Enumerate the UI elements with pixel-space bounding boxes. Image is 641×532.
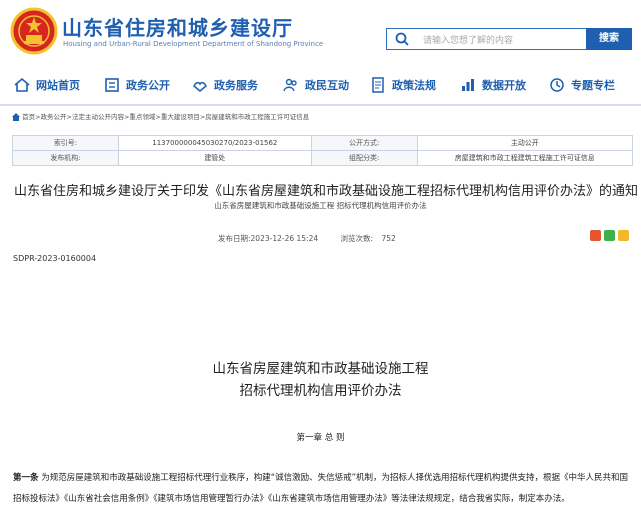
public-label: 公开方式: bbox=[310, 135, 418, 151]
nav-label: 政策法规 bbox=[392, 79, 436, 92]
chapter-heading: 第一章 总 则 bbox=[296, 433, 345, 443]
nav-label: 数据开放 bbox=[482, 79, 526, 92]
home-icon bbox=[14, 77, 30, 92]
index-value: 11370000004503027​0/2023-01562 bbox=[118, 135, 312, 151]
data-icon bbox=[462, 79, 474, 91]
index-label: 索引号: bbox=[12, 135, 119, 151]
publish-date: 发布日期:2023-12-26 15:24 bbox=[218, 234, 319, 243]
nav-label: 政务公开 bbox=[126, 79, 170, 92]
search-button[interactable]: 搜索 bbox=[586, 28, 632, 50]
category-value: 房屋建筑和市政工程建筑工程施工许可证信息 bbox=[416, 150, 634, 166]
national-emblem-icon bbox=[10, 7, 58, 55]
org-label: 发布机构: bbox=[12, 150, 119, 166]
breadcrumb-home-icon bbox=[12, 113, 20, 121]
article-text: 为规范房屋建筑和市政基础设施工程招标代理行业秩序，构建“诚信激励、失信惩戒”机制… bbox=[13, 473, 629, 504]
page-title: 山东省住房和城乡建设厅关于印发《山东省房屋建筑和市政基础设施工程招标代理机构信用… bbox=[14, 184, 639, 199]
article-title-line2: 招标代理机构信用评价办法 bbox=[239, 383, 402, 399]
search-icon bbox=[395, 32, 409, 46]
nav-label: 政务服务 bbox=[214, 79, 258, 92]
topic-icon bbox=[550, 78, 564, 92]
nav-item-policy[interactable]: 政策法规 bbox=[370, 68, 436, 102]
search-input[interactable]: 请输入您想了解的内容 bbox=[386, 28, 588, 50]
org-value: 建管处 bbox=[118, 150, 312, 166]
site-header: 山东省住房和城乡建设厅 Housing and Urban-Rural Deve… bbox=[0, 0, 641, 62]
nav-item-home[interactable]: 网站首页 bbox=[14, 68, 80, 102]
article-title: 山东省房屋建筑和市政基础设施工程 招标代理机构信用评价办法 bbox=[0, 358, 641, 402]
views-label: 浏览次数: bbox=[340, 234, 374, 243]
views-count: 752 bbox=[381, 234, 396, 243]
nav-item-data-open[interactable]: 数据开放 bbox=[460, 68, 526, 102]
document-number: SDPR-2023-0160004 bbox=[13, 254, 97, 263]
main-nav: 网站首页 政务公开 政务服务 政民互动 政策法规 数据开放 专题专栏 bbox=[0, 68, 641, 106]
nav-label: 专题专栏 bbox=[571, 79, 615, 92]
breadcrumb-text[interactable]: 首页>政务公开>法定主动公开内容>重点领域>重大建设项目>房屋建筑和市政工程施工… bbox=[22, 113, 309, 121]
nav-label: 政民互动 bbox=[305, 79, 349, 92]
document-meta-table: 索引号: 11370000004503027​0/2023-01562 公开方式… bbox=[12, 135, 634, 166]
weibo-share-icon[interactable] bbox=[590, 230, 601, 241]
share-buttons bbox=[590, 230, 629, 241]
interaction-icon bbox=[283, 78, 297, 92]
breadcrumb[interactable]: 首页>政务公开>法定主动公开内容>重点领域>重大建设项目>房屋建筑和市政工程施工… bbox=[12, 111, 309, 121]
nav-item-topics[interactable]: 专题专栏 bbox=[549, 68, 615, 102]
service-icon bbox=[193, 81, 207, 92]
article-label: 第一条 bbox=[13, 473, 39, 483]
nav-label: 网站首页 bbox=[36, 79, 80, 92]
wechat-share-icon[interactable] bbox=[604, 230, 615, 241]
nav-item-gov-open[interactable]: 政务公开 bbox=[104, 68, 170, 102]
search-placeholder: 请输入您想了解的内容 bbox=[423, 36, 514, 46]
nav-item-gov-service[interactable]: 政务服务 bbox=[192, 68, 258, 102]
public-value: 主动公开 bbox=[416, 135, 634, 151]
site-title[interactable]: 山东省住房和城乡建设厅 bbox=[62, 12, 293, 41]
category-label: 组配分类: bbox=[310, 150, 418, 166]
list-icon bbox=[105, 78, 119, 92]
favorite-share-icon[interactable] bbox=[618, 230, 629, 241]
article-paragraph: 第一条 为规范房屋建筑和市政基础设施工程招标代理行业秩序，构建“诚信激励、失信惩… bbox=[13, 468, 633, 510]
publish-info: 发布日期:2023-12-26 15:24 浏览次数: 752 bbox=[218, 233, 416, 244]
nav-item-interaction[interactable]: 政民互动 bbox=[283, 68, 349, 102]
policy-icon bbox=[372, 77, 384, 93]
article-title-line1: 山东省房屋建筑和市政基础设施工程 bbox=[212, 361, 429, 377]
page-subtitle: 山东省房屋建筑和市政基础设施工程 招标代理机构信用评价办法 bbox=[214, 201, 427, 210]
site-subtitle: Housing and Urban-Rural Development Depa… bbox=[63, 40, 324, 48]
